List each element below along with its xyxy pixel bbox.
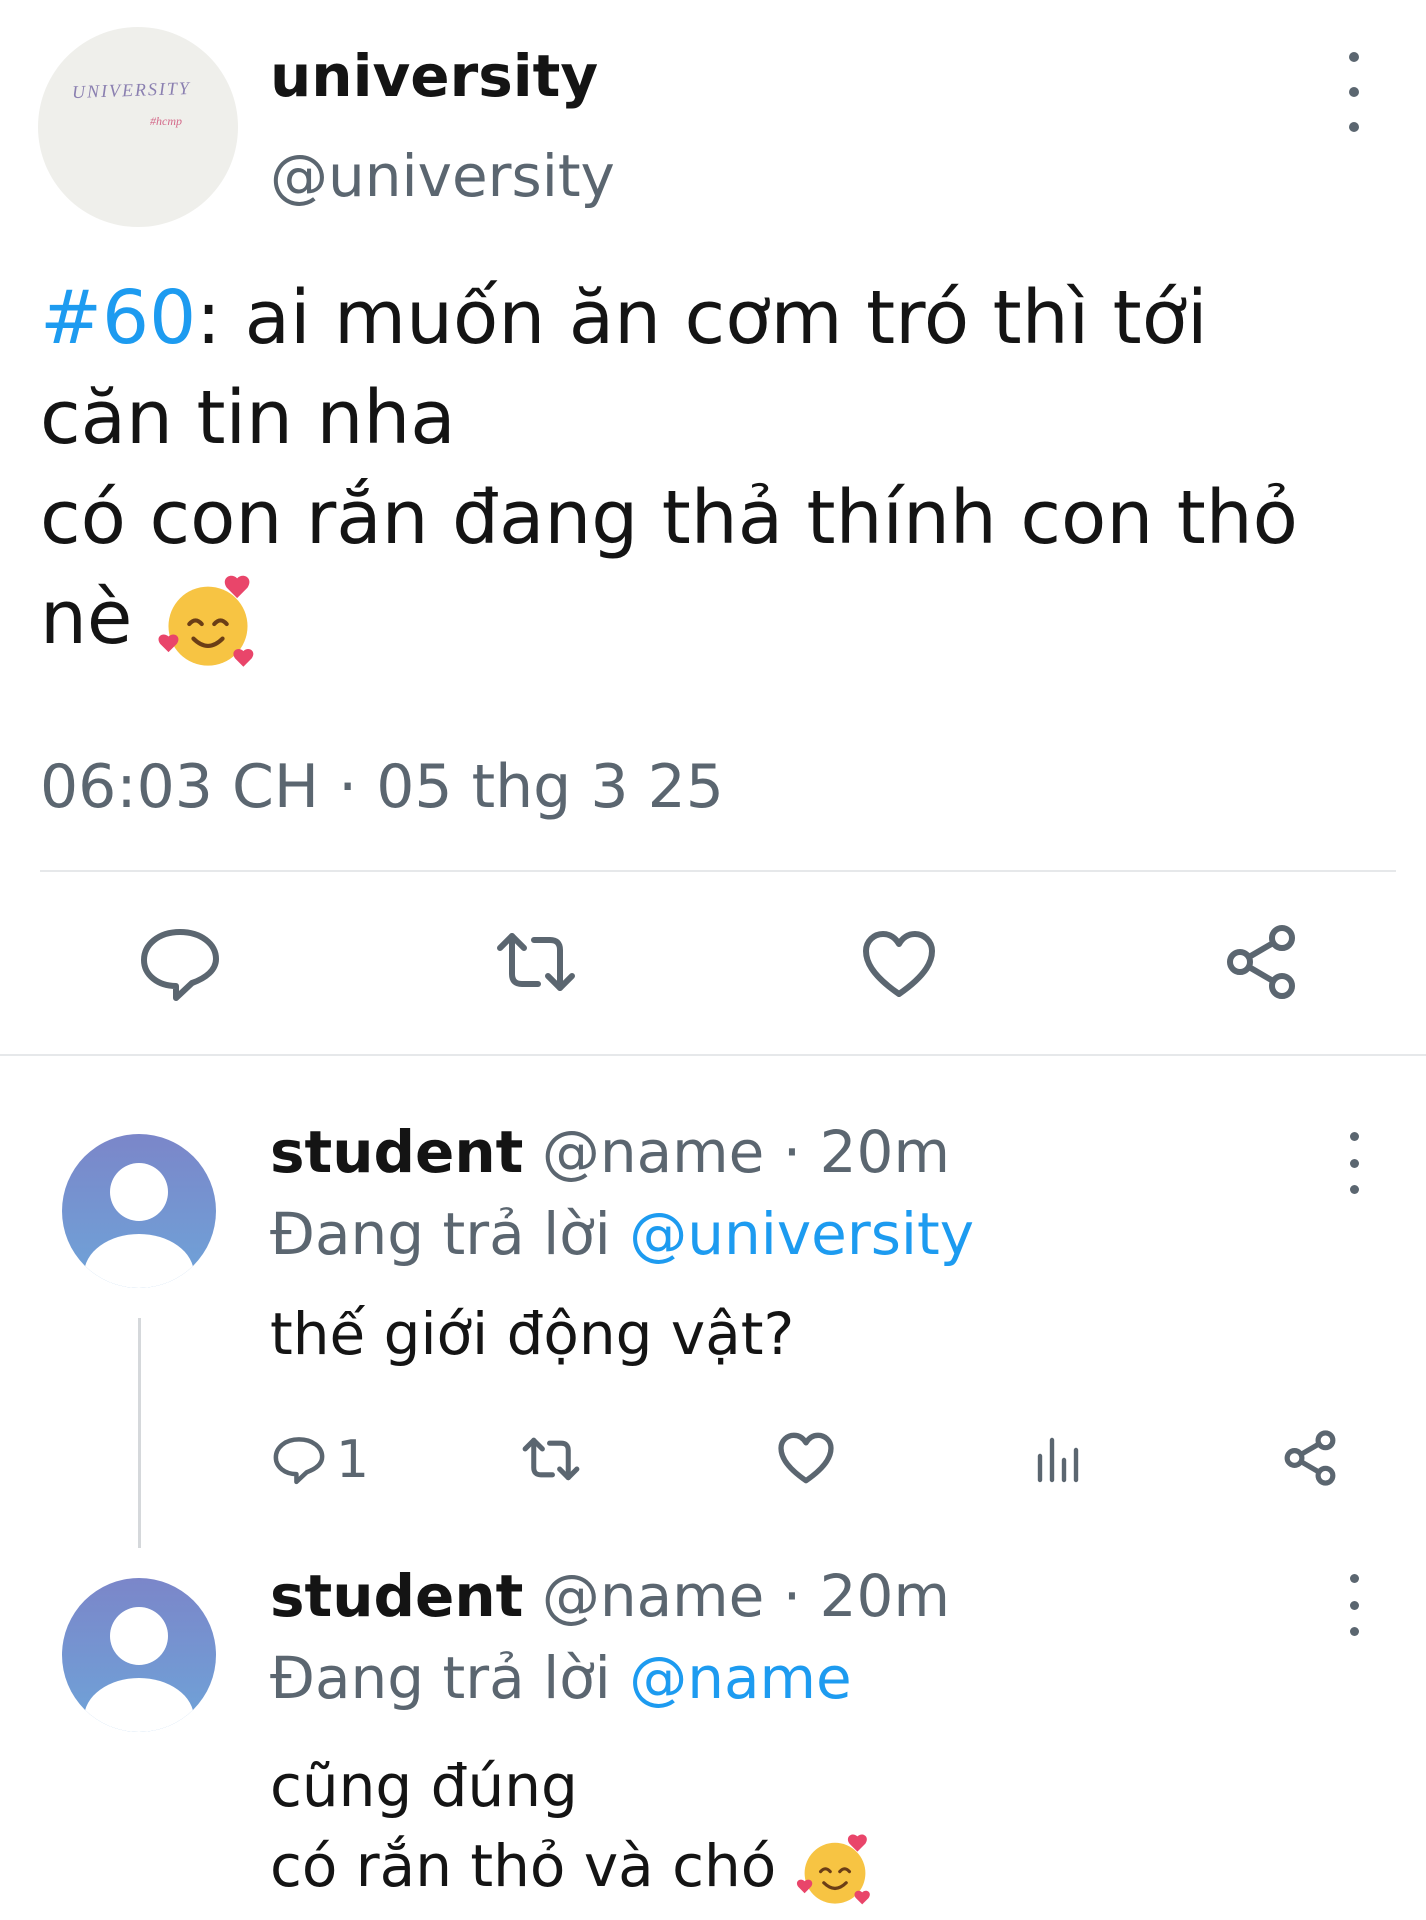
default-user-icon	[84, 1163, 194, 1288]
avatar[interactable]	[62, 1134, 216, 1288]
tweet-text: #60: ai muốn ăn cơm tró thì tới căn tin …	[40, 268, 1298, 674]
reply-like-button[interactable]	[778, 1432, 834, 1488]
default-user-icon	[84, 1607, 194, 1732]
tweet-line-3: có con rắn đang thả thính con thỏ	[40, 475, 1298, 561]
share-icon	[1284, 1430, 1336, 1486]
share-icon	[1227, 925, 1295, 999]
tweet-line-4-text: nè	[40, 575, 133, 661]
replying-label: Đang trả lời	[270, 1644, 611, 1712]
replying-to-line: Đang trả lời @university	[270, 1200, 974, 1268]
reply-reply-button[interactable]: 1	[272, 1430, 369, 1490]
display-name[interactable]: university	[270, 42, 598, 110]
tweet-line-2: căn tin nha	[40, 375, 456, 461]
divider	[40, 870, 1396, 872]
retweet-icon	[522, 1437, 580, 1481]
reply-retweet-button[interactable]	[520, 1436, 582, 1486]
retweet-button[interactable]	[494, 930, 578, 998]
avatar[interactable]	[62, 1578, 216, 1732]
reply-handle-time: @name · 20m	[541, 1118, 950, 1186]
reply-views-button[interactable]	[1034, 1432, 1082, 1488]
replying-to-link[interactable]: @name	[629, 1644, 851, 1712]
reply-header: student @name · 20m	[270, 1118, 950, 1186]
avatar-logo-text: UNIVERSITY	[71, 77, 192, 103]
hashtag-link[interactable]: #60	[40, 275, 196, 361]
share-button[interactable]	[1224, 924, 1298, 1004]
handle[interactable]: @university	[270, 142, 615, 210]
reply-icon	[141, 929, 219, 1001]
reply-share-button[interactable]	[1282, 1430, 1338, 1490]
retweet-icon	[497, 933, 575, 991]
reply-author-name[interactable]: student	[270, 1562, 523, 1630]
replying-to-line: Đang trả lời @name	[270, 1644, 852, 1712]
reply-header: student @name · 20m	[270, 1562, 950, 1630]
more-options-icon[interactable]	[1342, 1132, 1366, 1194]
analytics-icon	[1037, 1437, 1079, 1483]
more-options-icon[interactable]	[1342, 52, 1366, 132]
tweet-line-4: nè	[40, 568, 1298, 674]
more-options-icon[interactable]	[1342, 1574, 1366, 1636]
reply-button[interactable]	[138, 926, 222, 1006]
reply-text: thế giới động vật?	[270, 1300, 795, 1368]
reply-count: 1	[336, 1430, 370, 1490]
divider	[0, 1054, 1426, 1056]
avatar-logo-subtext: #hcmp	[150, 114, 182, 128]
replying-to-link[interactable]: @university	[629, 1200, 974, 1268]
reply-icon	[273, 1437, 325, 1485]
reply-text-line: có rắn thỏ và chó	[270, 1826, 875, 1910]
reply-text-line-content: có rắn thỏ và chó	[270, 1832, 777, 1900]
reply-handle-time: @name · 20m	[541, 1562, 950, 1630]
heart-icon	[863, 931, 935, 997]
replying-label: Đang trả lời	[270, 1200, 611, 1268]
tweet-line-1: #60: ai muốn ăn cơm tró thì tới	[40, 268, 1298, 368]
smiling-face-with-hearts-icon	[158, 576, 254, 668]
reply-text-line: cũng đúng	[270, 1752, 578, 1820]
like-button[interactable]	[862, 930, 936, 1002]
tweet-line-1-text: : ai muốn ăn cơm tró thì tới	[196, 275, 1208, 361]
account-avatar[interactable]	[38, 27, 238, 227]
heart-icon	[778, 1432, 834, 1484]
timestamp: 06:03 CH · 05 thg 3 25	[40, 752, 724, 822]
thread-line	[138, 1318, 141, 1548]
reply-author-name[interactable]: student	[270, 1118, 523, 1186]
smiling-face-with-hearts-icon	[796, 1834, 870, 1905]
reply-text: cũng đúng có rắn thỏ và chó	[270, 1746, 875, 1910]
